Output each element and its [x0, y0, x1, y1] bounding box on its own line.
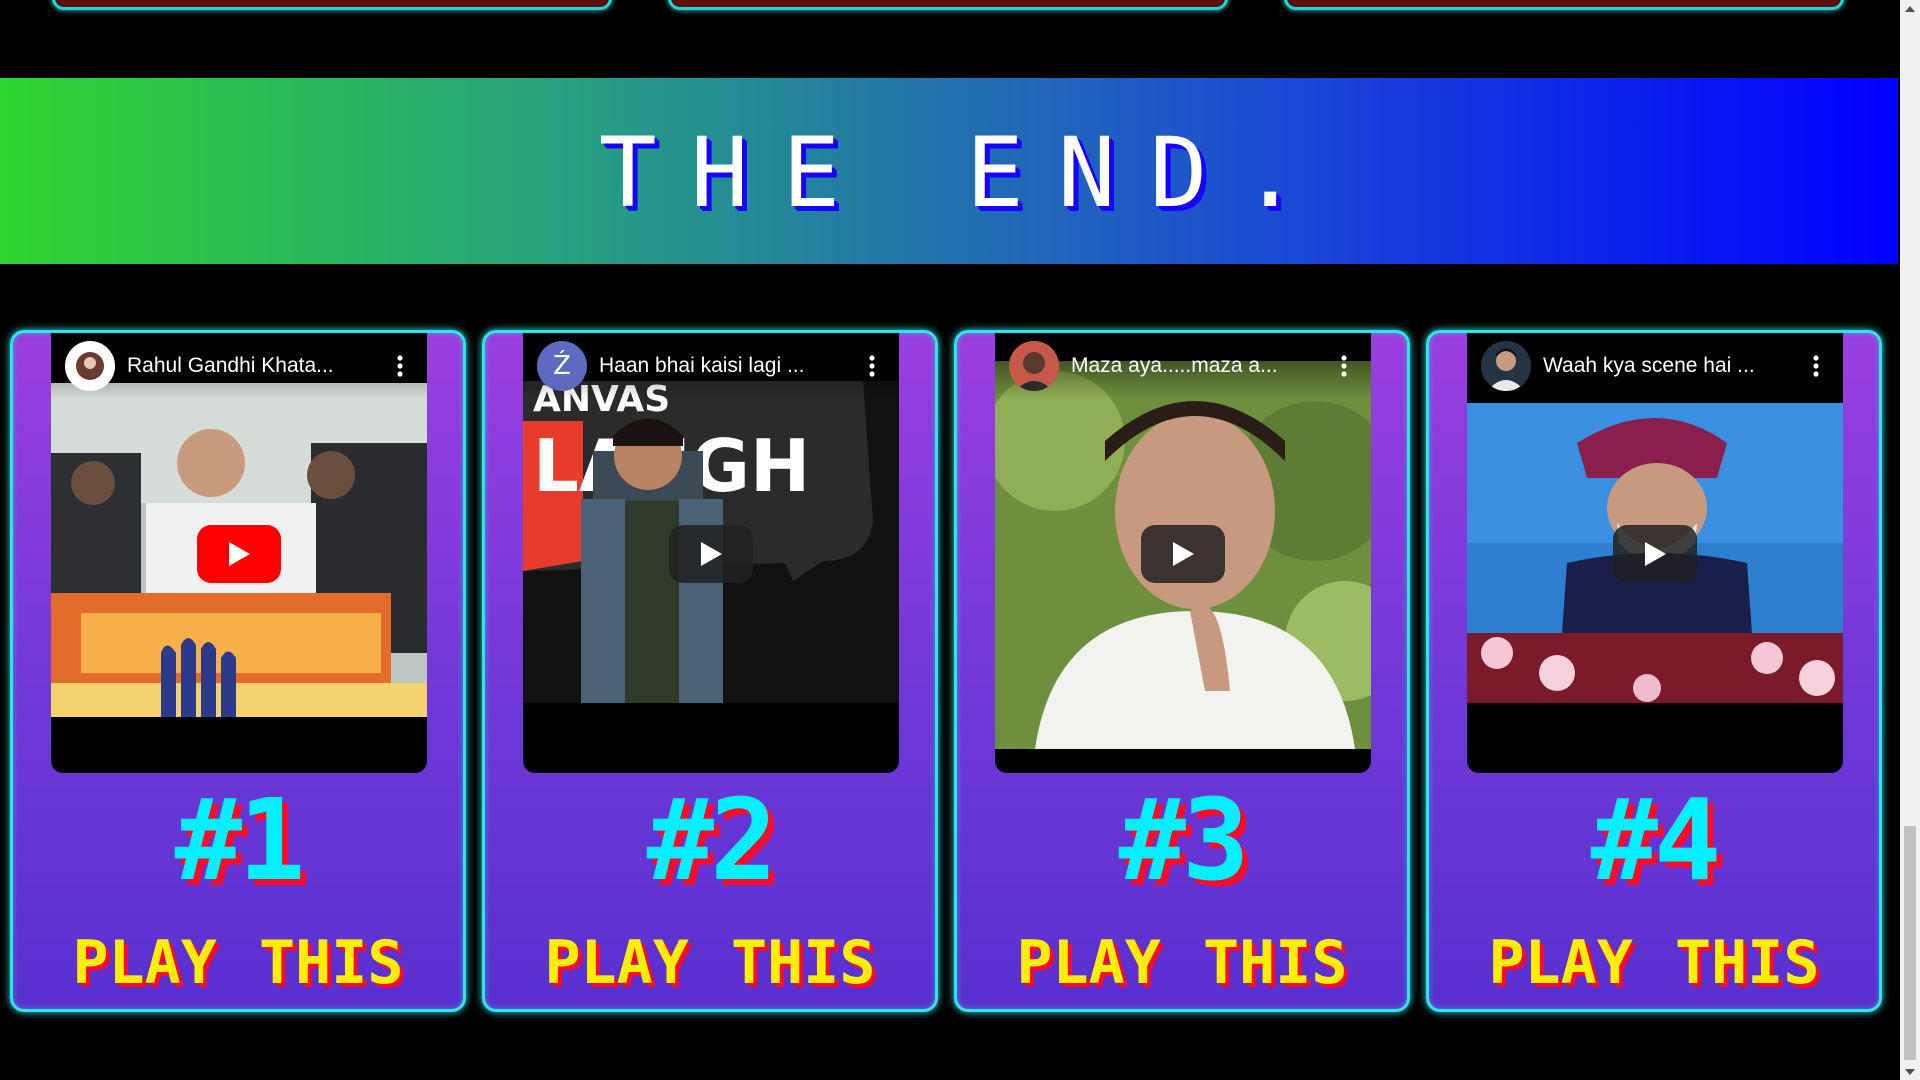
channel-avatar-letter: Ź [553, 351, 571, 381]
scrollbar-thumb[interactable] [1904, 826, 1916, 1060]
video-embed-2[interactable]: ANVAS LAUGH Ź Haan bhai kaisi lagi ... [523, 333, 899, 773]
video-card-3: Maza aya.....maza a... #3 PLAY THIS [954, 330, 1410, 1012]
video-card-1: Rahul Gandhi Khata... #1 PLAY THIS [10, 330, 466, 1012]
scroll-up-arrow-icon[interactable] [1900, 0, 1920, 17]
video-title[interactable]: Haan bhai kaisi lagi ... [599, 354, 857, 378]
scroll-down-arrow-icon[interactable] [1900, 1063, 1920, 1080]
channel-avatar-icon[interactable] [65, 341, 115, 391]
previous-card-2 [668, 0, 1228, 10]
play-button-icon[interactable] [669, 525, 753, 583]
video-card-4: Waah kya scene hai ... #4 PLAY THIS [1426, 330, 1882, 1012]
channel-avatar-icon[interactable] [1481, 341, 1531, 391]
play-this-label: PLAY THIS [72, 928, 404, 998]
video-header-4: Waah kya scene hai ... [1467, 333, 1843, 399]
video-title[interactable]: Waah kya scene hai ... [1543, 354, 1801, 378]
play-button-icon[interactable] [1141, 525, 1225, 583]
play-this-label: PLAY THIS [544, 928, 876, 998]
video-title[interactable]: Maza aya.....maza a... [1071, 354, 1329, 378]
rank-label: #4 [1590, 776, 1722, 906]
previous-card-1 [52, 0, 612, 10]
banner-title: THE END. [598, 117, 1334, 229]
rank-label: #2 [646, 776, 778, 906]
page: THE END. Rahul Gandhi Khata... #1 PLAY T… [0, 0, 1920, 1080]
channel-avatar-icon[interactable] [1009, 341, 1059, 391]
play-button-icon[interactable] [1613, 525, 1697, 583]
video-card-2: ANVAS LAUGH Ź Haan bhai kaisi lagi ... [482, 330, 938, 1012]
rank-label: #1 [174, 776, 306, 906]
the-end-banner: THE END. [0, 78, 1898, 264]
rank-label: #3 [1118, 776, 1250, 906]
more-options-icon[interactable] [857, 346, 887, 386]
more-options-icon[interactable] [1329, 346, 1359, 386]
video-embed-3[interactable]: Maza aya.....maza a... [995, 333, 1371, 773]
previous-card-3 [1284, 0, 1844, 10]
video-header-1: Rahul Gandhi Khata... [51, 333, 427, 399]
video-embed-1[interactable]: Rahul Gandhi Khata... [51, 333, 427, 773]
more-options-icon[interactable] [385, 346, 415, 386]
video-header-2: Ź Haan bhai kaisi lagi ... [523, 333, 899, 399]
more-options-icon[interactable] [1801, 346, 1831, 386]
video-embed-4[interactable]: Waah kya scene hai ... [1467, 333, 1843, 773]
page-scrollbar[interactable] [1900, 0, 1920, 1080]
video-header-3: Maza aya.....maza a... [995, 333, 1371, 399]
play-button-icon[interactable] [197, 525, 281, 583]
video-title[interactable]: Rahul Gandhi Khata... [127, 354, 385, 378]
play-this-label: PLAY THIS [1488, 928, 1820, 998]
channel-avatar-icon[interactable]: Ź [537, 341, 587, 391]
play-this-label: PLAY THIS [1016, 928, 1348, 998]
video-cards: Rahul Gandhi Khata... #1 PLAY THIS ANVAS… [10, 330, 1886, 1012]
